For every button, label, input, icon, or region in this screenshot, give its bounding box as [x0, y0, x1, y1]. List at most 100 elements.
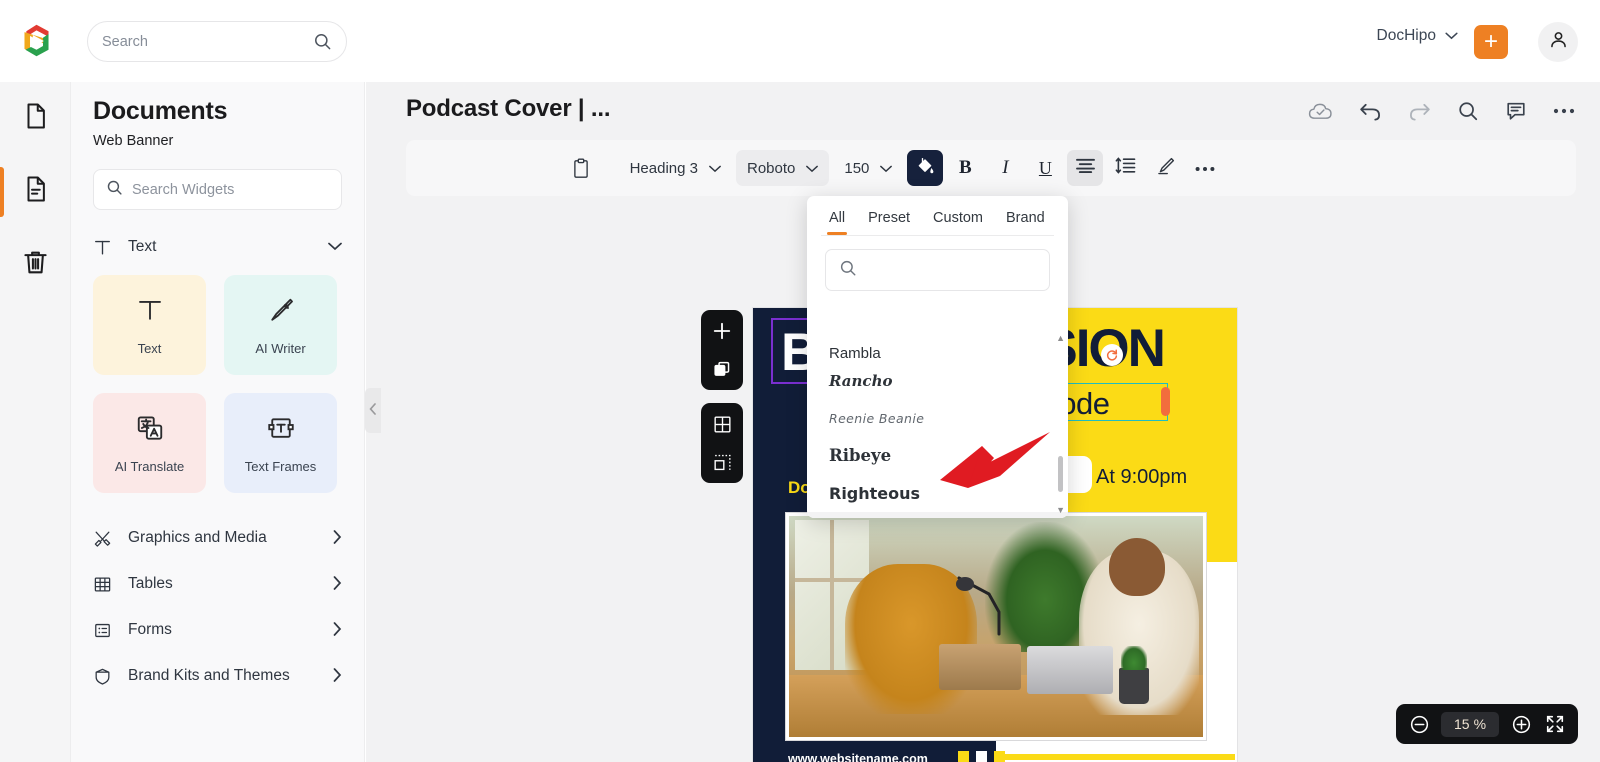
translate-icon	[135, 413, 165, 448]
cloud-check-icon[interactable]	[1308, 102, 1333, 121]
dochipo-logo[interactable]	[18, 22, 55, 59]
global-search[interactable]	[87, 21, 347, 62]
align-button[interactable]	[1067, 150, 1104, 186]
font-option-rancho[interactable]: Rancho	[807, 362, 1068, 400]
highlight-button[interactable]	[1147, 150, 1183, 186]
format-more-button[interactable]	[1187, 150, 1223, 186]
sidebar-item-trash[interactable]	[0, 228, 71, 301]
artboard-time-text[interactable]: At 9:00pm	[1096, 466, 1187, 489]
line-height-button[interactable]	[1107, 150, 1143, 186]
font-option-roboto[interactable]: Roboto	[807, 512, 1068, 518]
bold-button[interactable]: B	[947, 150, 983, 186]
section-text[interactable]: Text	[93, 223, 342, 271]
search-widgets-input[interactable]	[132, 181, 329, 198]
sidebar-item-graphics-and-media[interactable]: Graphics and Media	[93, 515, 342, 561]
sidebar-item-brand-kits-and-themes[interactable]: Brand Kits and Themes	[93, 653, 342, 699]
artboard-footer-square	[976, 751, 987, 762]
font-option-righteous[interactable]: Righteous	[807, 475, 1068, 513]
sidebar-collapse-handle[interactable]	[365, 388, 381, 433]
zoom-level[interactable]: 15 %	[1441, 711, 1499, 737]
avatar[interactable]	[1538, 22, 1578, 62]
chevron-down-icon	[328, 238, 342, 256]
form-icon	[93, 621, 117, 640]
add-page-button[interactable]	[708, 317, 736, 345]
font-option-rambla[interactable]: Rambla	[807, 336, 1068, 362]
widget-card-ai-writer[interactable]: AI Writer	[224, 275, 337, 375]
italic-label: I	[1002, 157, 1009, 178]
widget-card-text[interactable]: Text	[93, 275, 206, 375]
font-option-label: Ribeye	[829, 446, 892, 466]
page-tools	[701, 310, 743, 483]
widget-card-ai-translate[interactable]: AI Translate	[93, 393, 206, 493]
font-dropdown-tabs: All Preset Custom Brand	[807, 196, 1068, 235]
grid-button[interactable]	[708, 410, 736, 438]
font-option-ribeye[interactable]: Ribeye	[807, 437, 1068, 475]
search-icon	[106, 179, 123, 201]
widget-card-label: Text	[137, 340, 162, 356]
redo-arrow-icon[interactable]	[1408, 101, 1431, 122]
zoom-out-button[interactable]	[1407, 712, 1431, 736]
clipboard-button[interactable]	[563, 150, 599, 186]
snap-button[interactable]	[708, 448, 736, 476]
text-color-button[interactable]	[907, 150, 944, 186]
document-title[interactable]: Podcast Cover | ...	[406, 95, 611, 123]
scroll-up-icon[interactable]: ▲	[1056, 333, 1065, 343]
undo-arrow-icon[interactable]	[1359, 101, 1382, 122]
widgets-sidebar: Documents Web Banner Text	[71, 82, 365, 762]
artboard-footer-url[interactable]: www.websitename.com	[788, 752, 928, 762]
sidebar-item-pages[interactable]	[0, 82, 71, 155]
artboard-photo[interactable]	[786, 513, 1206, 740]
chevron-down-icon	[880, 160, 893, 177]
font-family-select[interactable]: Roboto	[735, 150, 830, 186]
page-title: Documents	[93, 97, 228, 125]
comment-icon[interactable]	[1505, 100, 1527, 122]
page-subtitle: Web Banner	[93, 133, 174, 149]
font-search-input[interactable]	[865, 262, 1046, 278]
underline-button[interactable]: U	[1027, 150, 1063, 186]
global-search-input[interactable]	[102, 33, 313, 50]
fullscreen-button[interactable]	[1543, 712, 1567, 736]
font-search-field[interactable]	[825, 249, 1050, 291]
trash-icon	[20, 247, 51, 283]
sidebar-item-label: Tables	[128, 575, 173, 592]
zoom-in-button[interactable]	[1509, 712, 1533, 736]
text-t-icon	[135, 295, 165, 330]
paragraph-style-select[interactable]: Heading 3	[619, 150, 732, 186]
sidebar-item-label: Graphics and Media	[128, 529, 267, 546]
widget-card-label: Text Frames	[244, 458, 317, 474]
font-size-value: 150	[844, 159, 870, 177]
tab-preset[interactable]: Preset	[868, 206, 910, 235]
font-option-reenie-beanie[interactable]: Reenie Beanie	[807, 400, 1068, 438]
resize-handle[interactable]	[1161, 387, 1170, 416]
scrollbar-thumb[interactable]	[1058, 456, 1063, 492]
sidebar-item-document[interactable]	[0, 155, 71, 228]
tab-all[interactable]: All	[826, 206, 848, 235]
create-new-button[interactable]: +	[1474, 25, 1508, 59]
widget-card-text-frames[interactable]: Text Frames	[224, 393, 337, 493]
font-option-label: Reenie Beanie	[829, 410, 925, 426]
text-t-icon	[93, 238, 119, 257]
rotate-icon[interactable]	[1101, 344, 1123, 366]
font-list-scrollbar[interactable]	[1058, 342, 1063, 514]
duplicate-page-button[interactable]	[708, 355, 736, 383]
document-lines-icon	[21, 174, 51, 209]
search-icon[interactable]	[1457, 100, 1479, 122]
tab-brand[interactable]: Brand	[1006, 206, 1045, 235]
font-list[interactable]: Rambla Rancho Reenie Beanie Ribeye Right…	[807, 336, 1068, 518]
photo-microphone	[955, 572, 1019, 638]
paragraph-style-value: Heading 3	[629, 159, 698, 177]
chevron-down-icon	[709, 160, 721, 177]
tab-custom[interactable]: Custom	[933, 206, 983, 235]
search-widgets-field[interactable]	[93, 169, 342, 210]
graphics-media-icon	[93, 529, 117, 548]
sidebar-item-tables[interactable]: Tables	[93, 561, 342, 607]
more-horizontal-icon[interactable]	[1553, 108, 1575, 114]
sidebar-item-label: Forms	[128, 621, 172, 638]
align-center-icon	[1075, 157, 1096, 179]
scroll-down-icon[interactable]: ▼	[1056, 505, 1065, 515]
sidebar-item-forms[interactable]: Forms	[93, 607, 342, 653]
brand-selector[interactable]: DocHipo	[1377, 27, 1458, 45]
font-size-select[interactable]: 150	[833, 150, 903, 186]
italic-button[interactable]: I	[987, 150, 1023, 186]
artboard-footer-bar	[1000, 754, 1235, 760]
